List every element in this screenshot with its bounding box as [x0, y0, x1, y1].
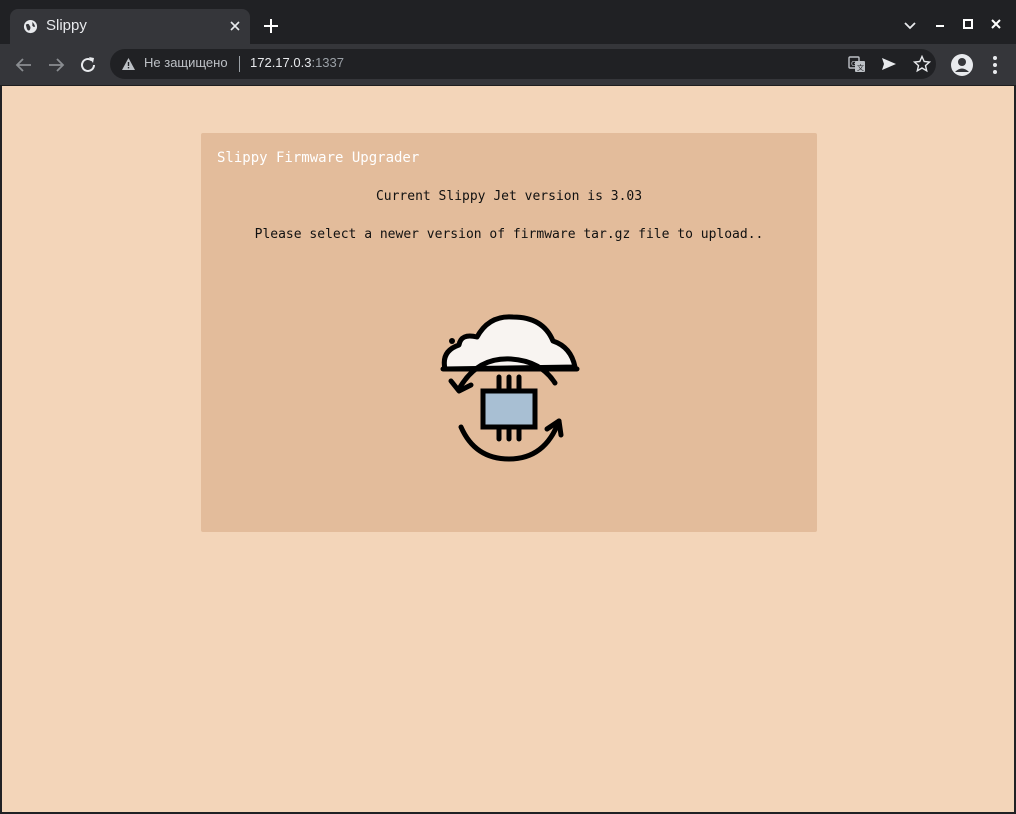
forward-arrow-icon[interactable] [45, 54, 67, 76]
url-port: :1337 [311, 55, 344, 70]
tab-strip: Slippy [0, 0, 1016, 44]
warning-triangle-icon [122, 58, 135, 70]
upgrader-card: Slippy Firmware Upgrader Current Slippy … [201, 133, 817, 532]
svg-text:文: 文 [857, 63, 864, 72]
browser-menu-icon[interactable] [983, 53, 1007, 77]
browser-window: Slippy Не защищено 172.17.0.3:1337 G 文 S… [0, 0, 1016, 814]
instruction-text: Please select a newer version of firmwar… [254, 227, 764, 242]
tab-title: Slippy [46, 17, 87, 34]
globe-icon [23, 19, 38, 34]
svg-text:G: G [851, 60, 856, 68]
maximize-icon[interactable] [958, 15, 978, 35]
reload-icon[interactable] [77, 54, 99, 76]
new-tab-plus-icon[interactable] [262, 17, 280, 35]
address-bar[interactable]: Не защищено 172.17.0.3:1337 G 文 [110, 49, 936, 79]
tab-close-icon[interactable] [226, 17, 244, 35]
cloud-firmware-upload-icon[interactable] [437, 311, 581, 463]
url-host: 172.17.0.3 [250, 55, 312, 70]
tab-search-chevron-icon[interactable] [900, 15, 920, 35]
bookmark-star-icon[interactable] [913, 55, 931, 73]
close-window-icon[interactable] [986, 15, 1006, 35]
translate-icon[interactable]: G 文 [848, 55, 866, 73]
version-text: Current Slippy Jet version is 3.03 [375, 189, 643, 204]
back-arrow-icon[interactable] [13, 54, 35, 76]
tab-slippy[interactable]: Slippy [10, 9, 250, 44]
minimize-icon[interactable] [930, 15, 950, 35]
send-to-device-icon[interactable] [880, 55, 898, 73]
profile-avatar-icon[interactable] [950, 53, 974, 77]
page-viewport: Slippy Firmware Upgrader Current Slippy … [2, 86, 1014, 812]
security-status-text[interactable]: Не защищено [144, 55, 228, 70]
url-text[interactable]: 172.17.0.3:1337 [250, 55, 344, 70]
omnibox-separator [239, 56, 240, 72]
browser-toolbar: Не защищено 172.17.0.3:1337 G 文 [0, 44, 1016, 86]
card-title: Slippy Firmware Upgrader [217, 150, 420, 166]
